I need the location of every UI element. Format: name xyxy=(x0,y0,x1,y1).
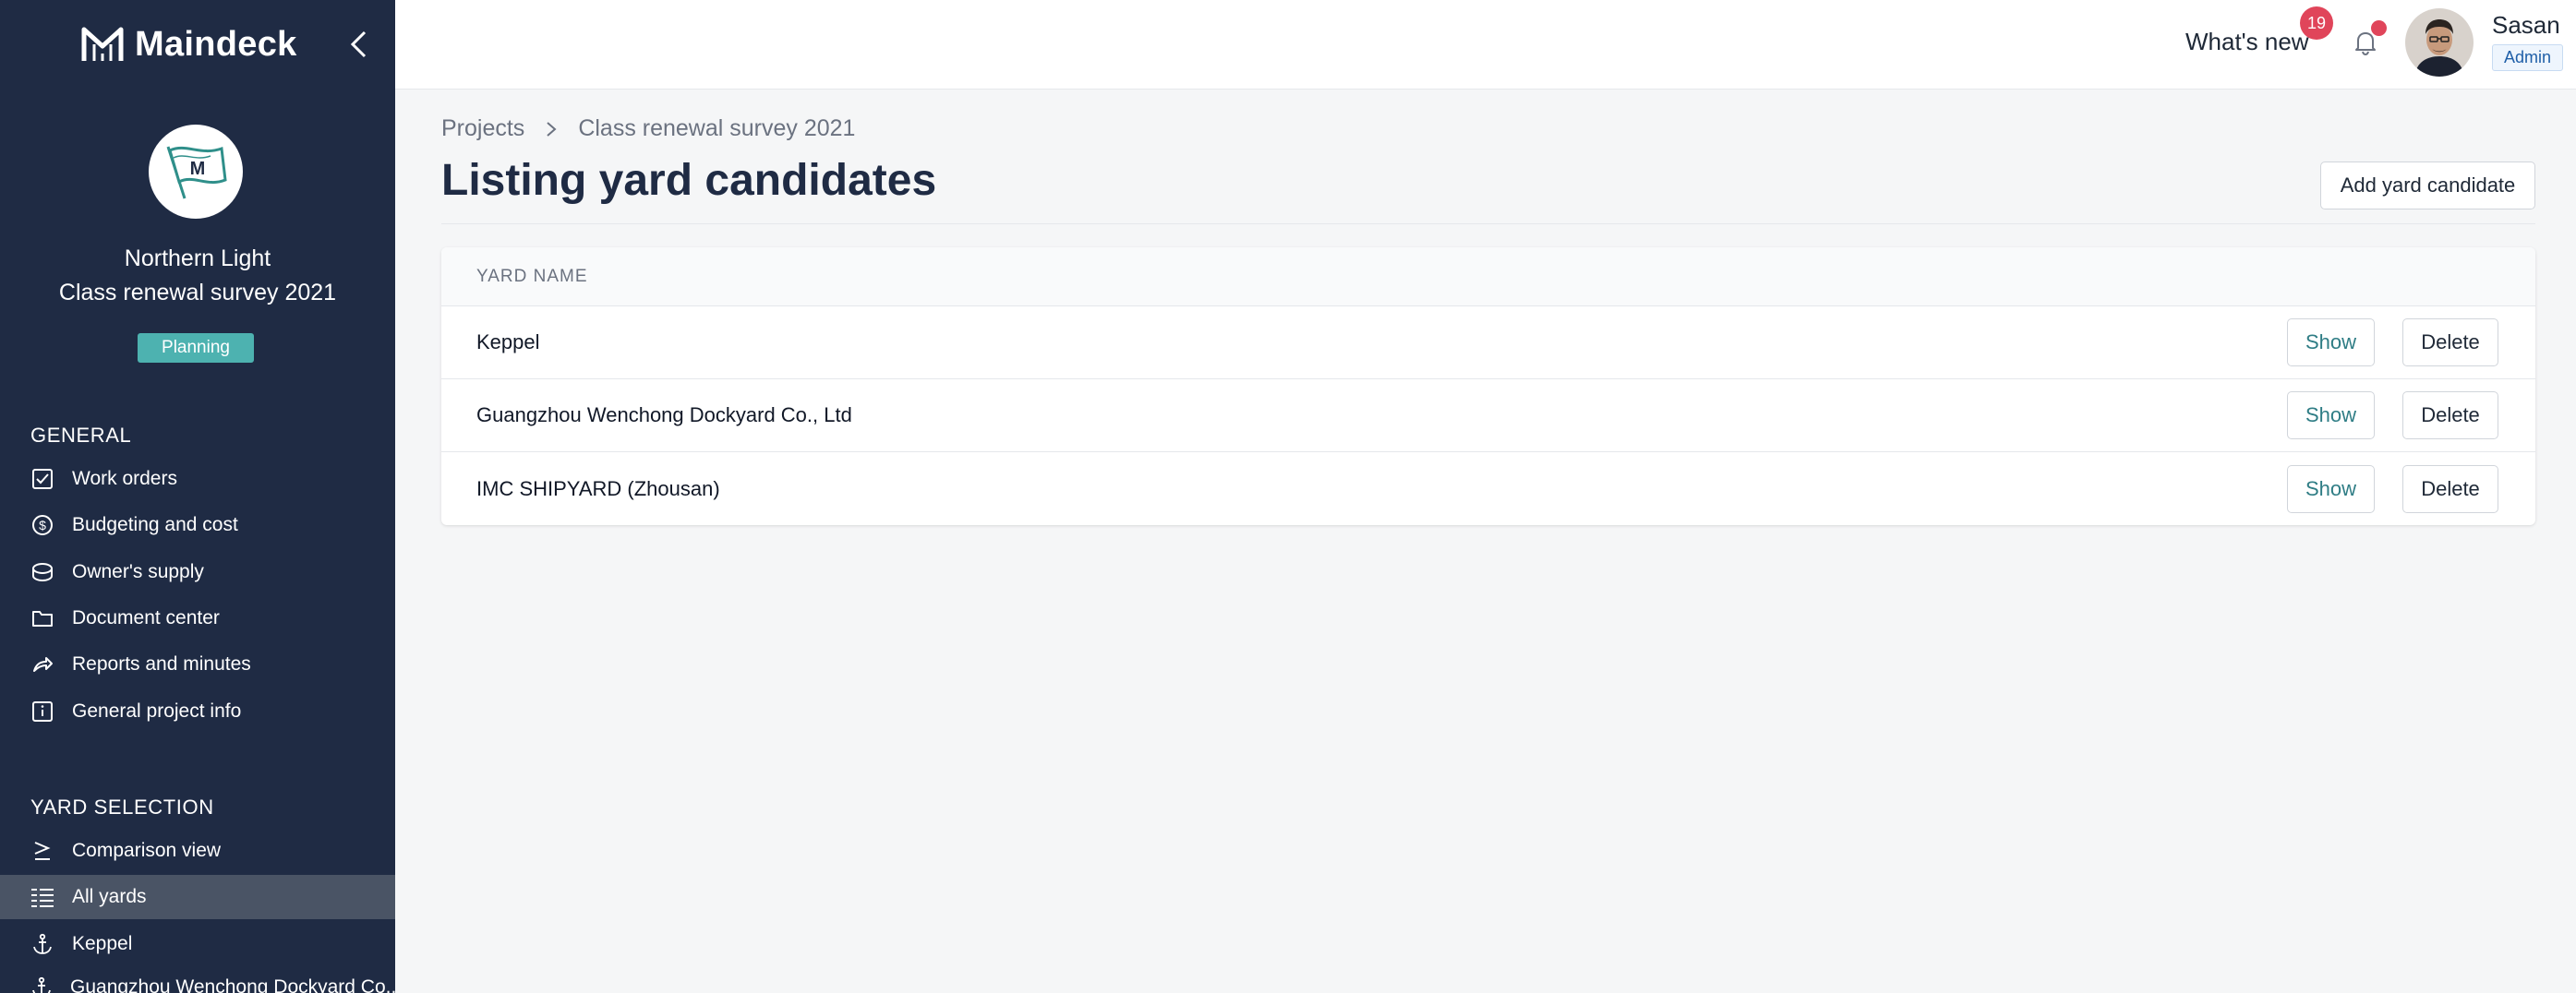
chevron-left-icon xyxy=(350,30,367,58)
collapse-sidebar-button[interactable] xyxy=(340,26,377,63)
show-button[interactable]: Show xyxy=(2287,391,2375,439)
yard-name: IMC SHIPYARD (Zhousan) xyxy=(476,476,720,500)
brand[interactable]: Maindeck xyxy=(81,20,297,68)
sidebar-item-budgeting[interactable]: $ Budgeting and cost xyxy=(0,503,395,547)
section-label-general: GENERAL xyxy=(30,424,132,447)
checkbox-icon xyxy=(30,467,54,491)
divider xyxy=(441,223,2535,224)
maindeck-logo-icon xyxy=(81,27,124,61)
sidebar-item-keppel[interactable]: Keppel xyxy=(0,922,395,966)
section-label-yard-selection: YARD SELECTION xyxy=(30,796,214,819)
table-row: Keppel Show Delete xyxy=(441,306,2535,379)
sidebar-item-label: Comparison view xyxy=(72,840,222,861)
table-row: Guangzhou Wenchong Dockyard Co., Ltd Sho… xyxy=(441,379,2535,452)
sidebar-item-guangzhou[interactable]: Guangzhou Wenchong Dockyard Co., Ltd xyxy=(0,965,395,993)
dollar-icon: $ xyxy=(30,513,54,537)
add-yard-candidate-button[interactable]: Add yard candidate xyxy=(2320,162,2535,209)
breadcrumb-projects[interactable]: Projects xyxy=(441,115,524,142)
yard-candidates-table: YARD NAME Keppel Show Delete Guangzhou W… xyxy=(441,247,2535,525)
brand-name: Maindeck xyxy=(135,24,297,64)
sidebar-item-label: Work orders xyxy=(72,468,177,489)
user-name[interactable]: Sasan xyxy=(2492,11,2560,40)
chevron-right-icon xyxy=(547,121,557,137)
svg-text:$: $ xyxy=(39,518,46,532)
user-photo-icon xyxy=(2405,8,2474,77)
breadcrumb-current[interactable]: Class renewal survey 2021 xyxy=(578,115,855,142)
sidebar-item-document-center[interactable]: Document center xyxy=(0,596,395,640)
column-header-yard-name: YARD NAME xyxy=(476,266,588,286)
vessel-logo: M xyxy=(149,125,243,219)
show-button[interactable]: Show xyxy=(2287,464,2375,513)
yard-name: Guangzhou Wenchong Dockyard Co., Ltd xyxy=(476,403,852,426)
sidebar-item-label: All yards xyxy=(72,886,147,907)
anchor-icon xyxy=(30,975,53,993)
sidebar-item-reports[interactable]: Reports and minutes xyxy=(0,642,395,687)
show-button[interactable]: Show xyxy=(2287,318,2375,366)
sidebar-item-label: Document center xyxy=(72,607,220,628)
page-title: Listing yard candidates xyxy=(441,156,937,205)
delete-button[interactable]: Delete xyxy=(2402,464,2498,513)
yard-name: Keppel xyxy=(476,330,540,353)
sidebar-item-label: Owner's supply xyxy=(72,561,204,582)
anchor-icon xyxy=(30,932,54,956)
vessel-name: Northern Light xyxy=(124,245,271,271)
box-icon xyxy=(30,560,54,584)
share-icon xyxy=(30,652,54,676)
sidebar-item-work-orders[interactable]: Work orders xyxy=(0,457,395,501)
sidebar-item-label: Keppel xyxy=(72,933,133,954)
sidebar-item-owners-supply[interactable]: Owner's supply xyxy=(0,550,395,594)
sidebar: Maindeck M Northern Light Class renewal … xyxy=(0,0,395,993)
table-header: YARD NAME xyxy=(441,247,2535,306)
compare-icon xyxy=(30,839,54,863)
project-name: Class renewal survey 2021 xyxy=(58,280,337,305)
folder-icon xyxy=(30,606,54,630)
info-icon xyxy=(30,700,54,724)
user-role-badge: Admin xyxy=(2492,44,2564,71)
sidebar-item-general-info[interactable]: General project info xyxy=(0,689,395,734)
whats-new-count-badge: 19 xyxy=(2300,6,2333,40)
avatar[interactable] xyxy=(2405,8,2474,77)
sidebar-item-all-yards[interactable]: All yards xyxy=(0,875,395,919)
whats-new-link[interactable]: What's new xyxy=(2185,28,2309,56)
delete-button[interactable]: Delete xyxy=(2402,391,2498,439)
flag-icon: M xyxy=(166,146,227,199)
list-icon xyxy=(30,885,54,909)
sidebar-item-label: Guangzhou Wenchong Dockyard Co., Ltd xyxy=(70,976,395,993)
notification-dot xyxy=(2371,20,2387,36)
sidebar-item-label: General project info xyxy=(72,700,242,722)
table-row: IMC SHIPYARD (Zhousan) Show Delete xyxy=(441,452,2535,525)
svg-text:M: M xyxy=(190,159,206,179)
sidebar-item-comparison-view[interactable]: Comparison view xyxy=(0,829,395,873)
delete-button[interactable]: Delete xyxy=(2402,318,2498,366)
sidebar-item-label: Reports and minutes xyxy=(72,653,251,675)
status-badge: Planning xyxy=(138,333,254,363)
sidebar-item-label: Budgeting and cost xyxy=(72,514,238,535)
breadcrumb: Projects Class renewal survey 2021 xyxy=(441,115,855,142)
